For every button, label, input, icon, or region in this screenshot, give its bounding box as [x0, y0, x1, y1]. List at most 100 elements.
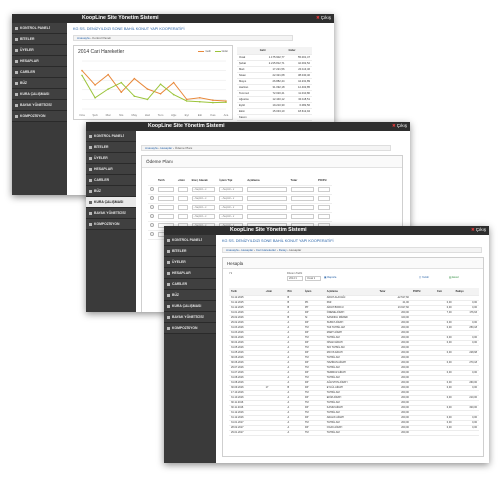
date-input[interactable] — [158, 196, 174, 201]
debt-credit-select[interactable]: --Seçiniz-- ▾ — [191, 205, 216, 210]
org-title: KG SS. DENİZYILDIZI SONE BAHİL KONUT YAP… — [73, 27, 185, 31]
sidebar-item-kompozisyon[interactable]: KOMPOZİSYON — [12, 111, 67, 122]
series-line-gelir — [81, 70, 227, 102]
filter-month-select[interactable]: Ocak ▾ — [305, 276, 321, 281]
logout-button[interactable]: ✖Çıkış — [392, 123, 407, 129]
x-tick-label: Ara — [224, 113, 229, 117]
dashboard-icon — [89, 134, 92, 138]
days-input[interactable] — [177, 205, 188, 210]
users-icon — [89, 156, 92, 160]
panel-title: Hesapla — [227, 261, 244, 266]
debt-credit-select[interactable]: --Seçiniz-- ▾ — [191, 214, 216, 219]
filter-year-select[interactable]: 2014 ▾ — [287, 276, 303, 281]
form-cell — [288, 212, 317, 222]
date-input[interactable] — [158, 214, 174, 219]
sidebar-item-uyeler[interactable]: ÜYELER — [12, 45, 67, 56]
sidebar-item-hesaplar[interactable]: HESAPLAR — [86, 164, 136, 175]
description-input[interactable] — [247, 205, 287, 210]
sidebar-item-uyeler[interactable]: ÜYELER — [86, 153, 136, 164]
description-input[interactable] — [247, 187, 287, 192]
sidebar-item-buz[interactable]: BÜZ — [164, 290, 216, 301]
sidebar-item-yonetici[interactable]: BAYAK YÖNETİCİSİ — [164, 312, 216, 323]
row-checkbox[interactable] — [150, 214, 154, 218]
sidebar-item-uyeler[interactable]: ÜYELER — [164, 257, 216, 268]
date-input[interactable] — [158, 205, 174, 210]
data-point-gelir — [81, 69, 83, 72]
sidebar-item-kompozisyon[interactable]: KOMPOZİSYON — [86, 219, 136, 230]
po-input[interactable] — [318, 187, 330, 192]
logout-button[interactable]: ✖Çıkış — [471, 227, 486, 233]
sidebar-item-cariler[interactable]: CARİLER — [12, 67, 67, 78]
sidebar-item-biteler[interactable]: BİTELER — [164, 246, 216, 257]
sidebar-item-kura[interactable]: KURA ÇALIŞMASI — [164, 301, 216, 312]
breadcrumb-home-link[interactable]: Anasayfa — [77, 36, 90, 40]
sidebar-item-kontrol-paneli[interactable]: KONTROL PANELİ — [12, 23, 67, 34]
days-input[interactable] — [177, 196, 188, 201]
date-input[interactable] — [158, 187, 174, 192]
row-checkbox[interactable] — [150, 187, 154, 191]
export-button[interactable]: ▤ Excel — [449, 276, 459, 279]
amount-input[interactable] — [290, 214, 315, 219]
dashboard-icon — [15, 26, 18, 30]
legend-gelir: Gelir — [205, 50, 211, 53]
row-checkbox[interactable] — [150, 232, 154, 236]
amount-input[interactable] — [290, 196, 315, 201]
breadcrumb-detay-link[interactable]: Detay — [279, 248, 287, 252]
sidebar-item-yonetici[interactable]: BAYAK YÖNETİCİSİ — [86, 208, 136, 219]
days-input[interactable] — [177, 214, 188, 219]
sidebar-item-kontrol-paneli[interactable]: KONTROL PANELİ — [86, 131, 136, 142]
column-header: B/A — [285, 288, 303, 296]
sidebar-item-kontrol-paneli[interactable]: KONTROL PANELİ — [164, 235, 216, 246]
sidebar-item-hesaplar[interactable]: HESAPLAR — [164, 268, 216, 279]
top-bar: KoopLine Site Yönetim Sistemi ✖Çıkış — [86, 122, 410, 131]
breadcrumb-home-link[interactable]: Anasayfa — [145, 146, 158, 150]
sidebar-item-buz[interactable]: BÜZ — [12, 78, 67, 89]
transaction-type-select[interactable]: --Seçiniz-- ▾ — [219, 214, 244, 219]
report-button[interactable]: ▣ Raporla — [324, 276, 336, 279]
box-icon — [89, 189, 92, 193]
line-chart: Oca Şub Mar Nis May Haz Tem Ağu Eyl Eki Kas Ara — [79, 60, 229, 117]
breadcrumb-home-link[interactable]: Anasayfa — [226, 248, 239, 252]
sidebar-item-buz[interactable]: BÜZ — [86, 186, 136, 197]
print-icon: ⎙ — [419, 276, 422, 279]
breadcrumb-hesaplar-link[interactable]: Hesaplar — [160, 146, 172, 150]
po-input[interactable] — [318, 196, 330, 201]
po-input[interactable] — [318, 205, 330, 210]
sidebar-item-kura[interactable]: KURA ÇALIŞMASI — [12, 89, 67, 100]
data-point-gider — [94, 97, 96, 99]
form-cell — [245, 194, 289, 204]
sidebar-item-cariler[interactable]: CARİLER — [164, 279, 216, 290]
breadcrumb-cari-link[interactable]: Cari Hareketler — [256, 248, 276, 252]
chart-legend: Gelir Gider — [195, 50, 228, 53]
data-point-gider — [120, 81, 123, 84]
sidebar-item-biteler[interactable]: BİTELER — [12, 34, 67, 45]
form-cell — [148, 221, 156, 231]
row-checkbox[interactable] — [150, 223, 154, 227]
box-icon — [15, 81, 18, 85]
transaction-type-select[interactable]: --Seçiniz-- ▾ — [219, 196, 244, 201]
sidebar-item-biteler[interactable]: BİTELER — [86, 142, 136, 153]
description-input[interactable] — [247, 214, 287, 219]
transaction-type-select[interactable]: --Seçiniz-- ▾ — [219, 187, 244, 192]
logout-button[interactable]: ✖Çıkış — [316, 15, 331, 21]
days-input[interactable] — [177, 187, 188, 192]
column-header — [237, 47, 258, 55]
breadcrumb-hesaplar-link[interactable]: Hesaplar — [241, 248, 253, 252]
sidebar-item-hesaplar[interactable]: HESAPLAR — [12, 56, 67, 67]
data-point-gider — [107, 88, 109, 90]
po-input[interactable] — [318, 214, 330, 219]
print-button[interactable]: ⎙ Yazdır — [419, 276, 429, 279]
sidebar-item-yonetici[interactable]: BAYAK YÖNETİCİSİ — [12, 100, 67, 111]
sidebar-item-kura[interactable]: KURA ÇALIŞMASI — [86, 197, 136, 208]
sidebar-item-kompozisyon[interactable]: KOMPOZİSYON — [164, 323, 216, 334]
amount-input[interactable] — [290, 205, 315, 210]
sidebar: KONTROL PANELİ BİTELER ÜYELER HESAPLAR C… — [164, 235, 216, 463]
transaction-type-select[interactable]: --Seçiniz-- ▾ — [219, 205, 244, 210]
debt-credit-select[interactable]: --Seçiniz-- ▾ — [191, 196, 216, 201]
sidebar-item-cariler[interactable]: CARİLER — [86, 175, 136, 186]
description-input[interactable] — [247, 196, 287, 201]
row-checkbox[interactable] — [150, 196, 154, 200]
row-checkbox[interactable] — [150, 205, 154, 209]
debt-credit-select[interactable]: --Seçiniz-- ▾ — [191, 187, 216, 192]
amount-input[interactable] — [290, 187, 315, 192]
